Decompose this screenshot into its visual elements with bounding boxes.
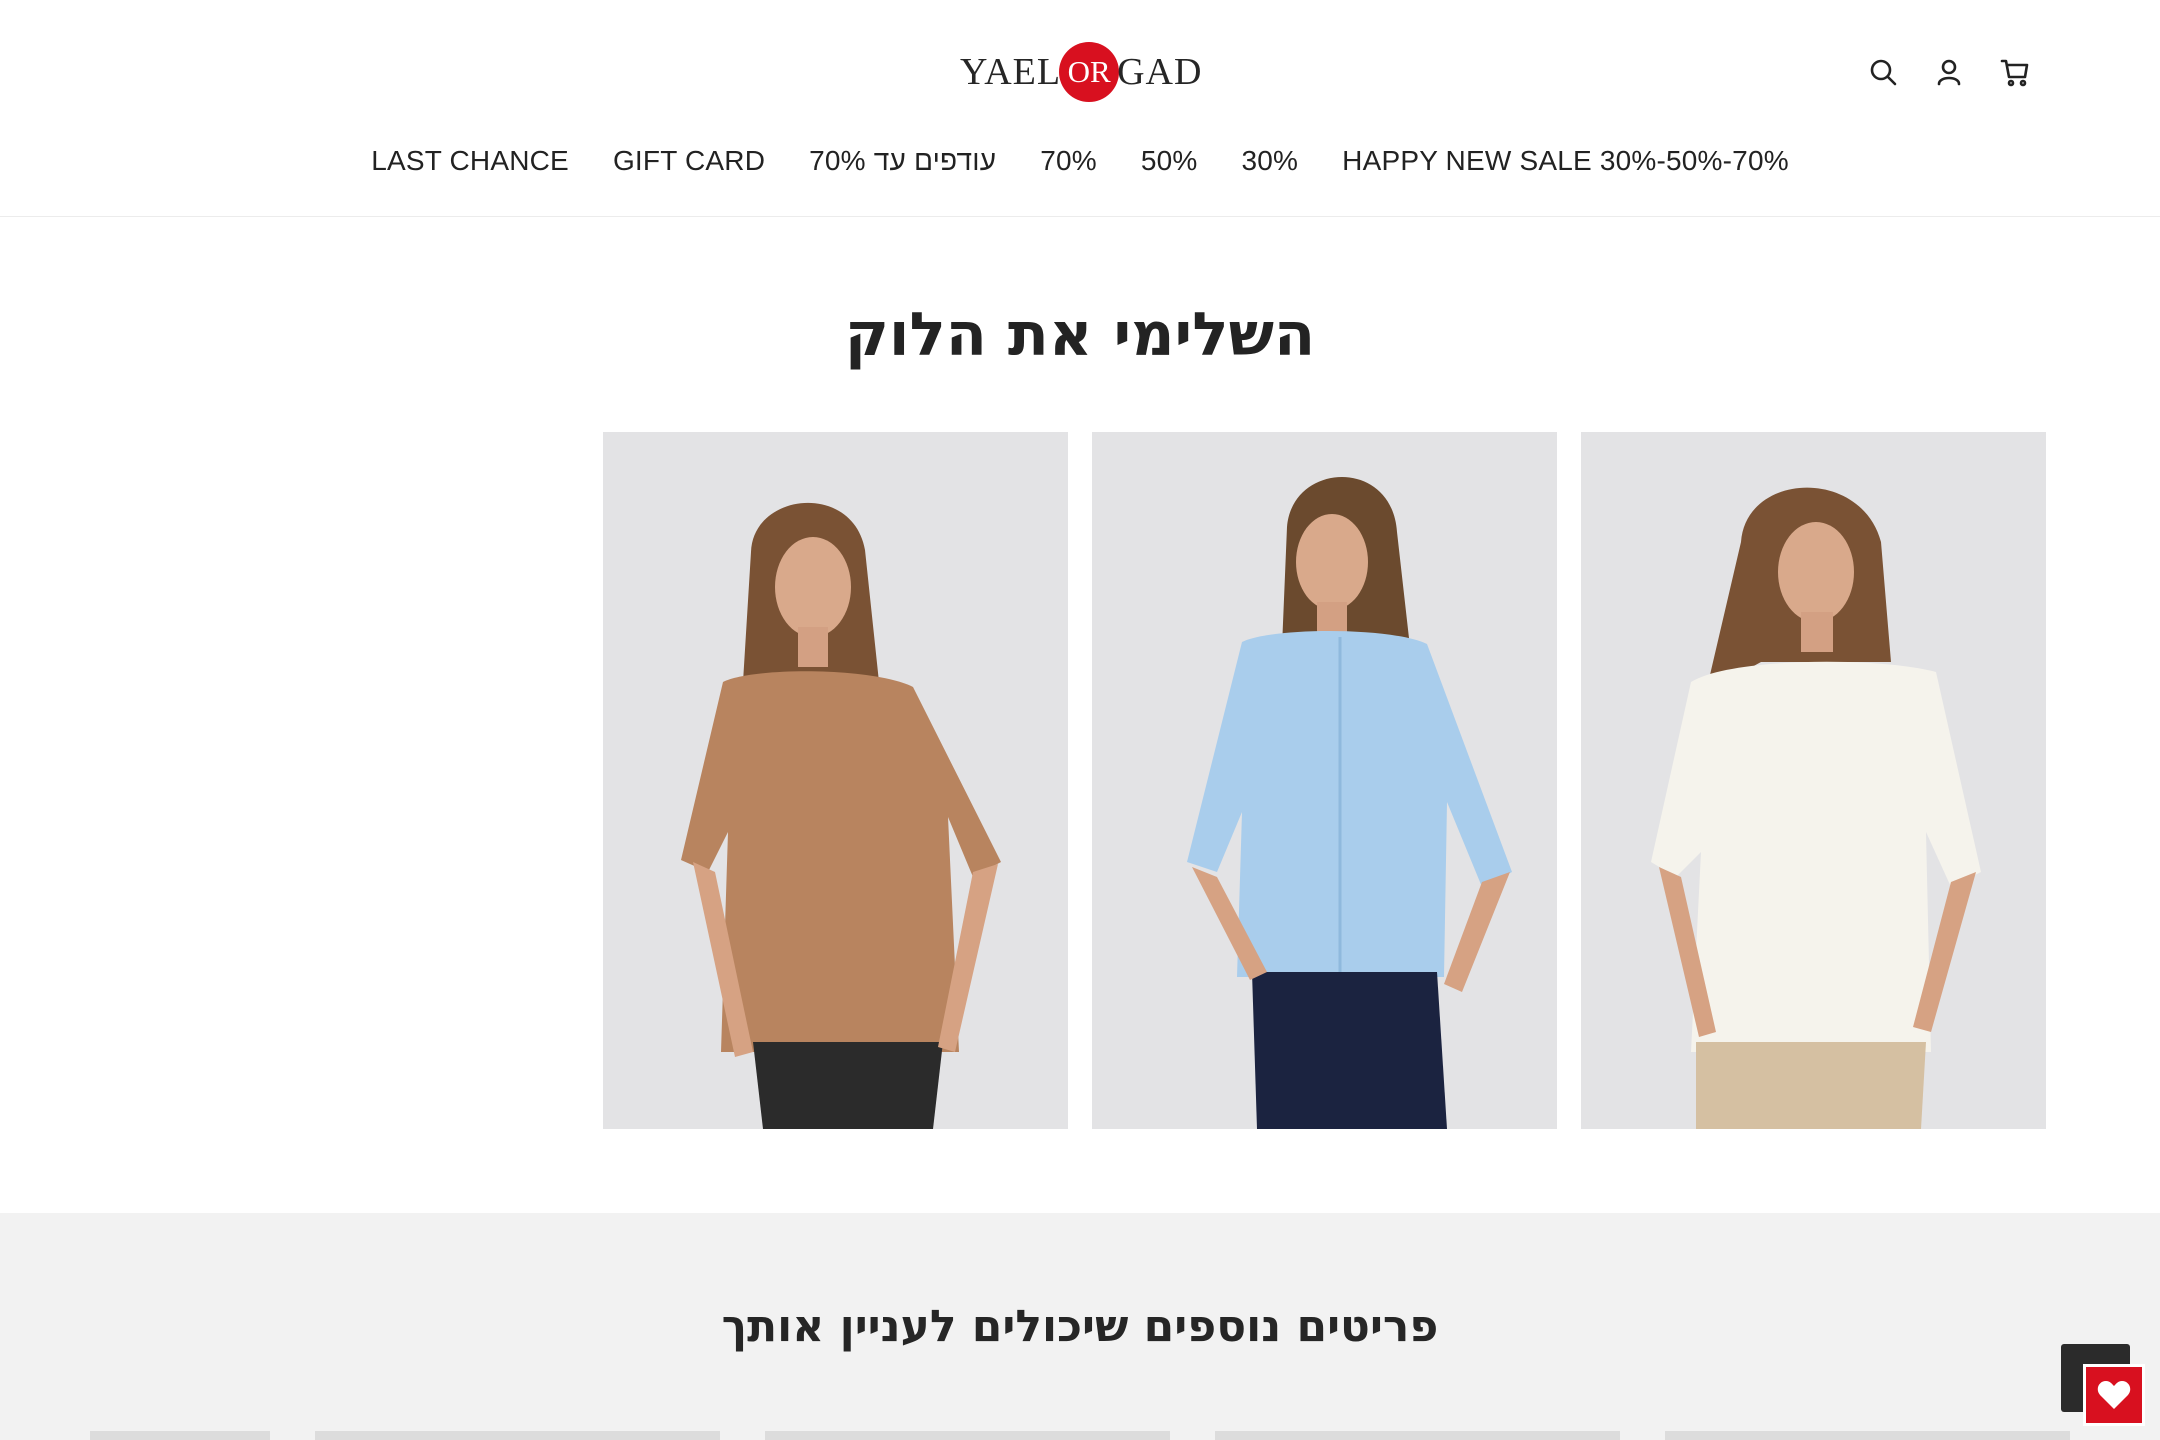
recommendations-section: פריטים נוספים שיכולים לעניין אותך — [0, 1213, 2160, 1440]
site-logo[interactable]: YAEL OR GAD — [960, 40, 1202, 104]
account-icon[interactable] — [1929, 52, 1969, 92]
search-icon[interactable] — [1863, 52, 1903, 92]
product-card-blue-blouse[interactable] — [1092, 432, 1557, 1129]
recommendation-card[interactable] — [1215, 1431, 1620, 1440]
product-card-brown-tee[interactable] — [603, 432, 1068, 1129]
heart-icon — [2097, 1381, 2131, 1409]
product-card-white-top[interactable] — [1581, 432, 2046, 1129]
recommendation-card[interactable] — [90, 1431, 270, 1440]
nav-item-happy-new-sale[interactable]: HAPPY NEW SALE 30%-50%-70% — [1342, 145, 1789, 177]
main-navigation: LAST CHANCE GIFT CARD עודפים עד 70% 70% … — [0, 145, 2160, 177]
nav-item-surplus-70[interactable]: עודפים עד 70% — [809, 145, 996, 177]
recommendations-title: פריטים נוספים שיכולים לעניין אותך — [721, 1301, 1439, 1352]
nav-item-gift-card[interactable]: GIFT CARD — [613, 145, 765, 177]
logo-text-right: GAD — [1117, 51, 1203, 93]
complete-look-title: השלימי את הלוק — [844, 300, 1316, 370]
product-image — [1092, 432, 1557, 1129]
product-image — [603, 432, 1068, 1129]
recommendation-card[interactable] — [315, 1431, 720, 1440]
nav-item-50[interactable]: 50% — [1141, 145, 1198, 177]
logo-badge: OR — [1059, 42, 1120, 102]
nav-item-30[interactable]: 30% — [1242, 145, 1299, 177]
product-image — [1581, 432, 2046, 1129]
recommendation-card[interactable] — [1665, 1431, 2070, 1440]
page: YAEL OR GAD LAST CHANCE GIFT CARD עודפים… — [0, 0, 2160, 1440]
site-header: YAEL OR GAD LAST CHANCE GIFT CARD עודפים… — [0, 0, 2160, 217]
nav-item-70[interactable]: 70% — [1040, 145, 1097, 177]
wishlist-button[interactable] — [2083, 1364, 2145, 1426]
recommendation-card[interactable] — [765, 1431, 1170, 1440]
cart-icon[interactable] — [1995, 52, 2035, 92]
nav-item-last-chance[interactable]: LAST CHANCE — [371, 145, 569, 177]
logo-text-left: YAEL — [960, 51, 1062, 93]
